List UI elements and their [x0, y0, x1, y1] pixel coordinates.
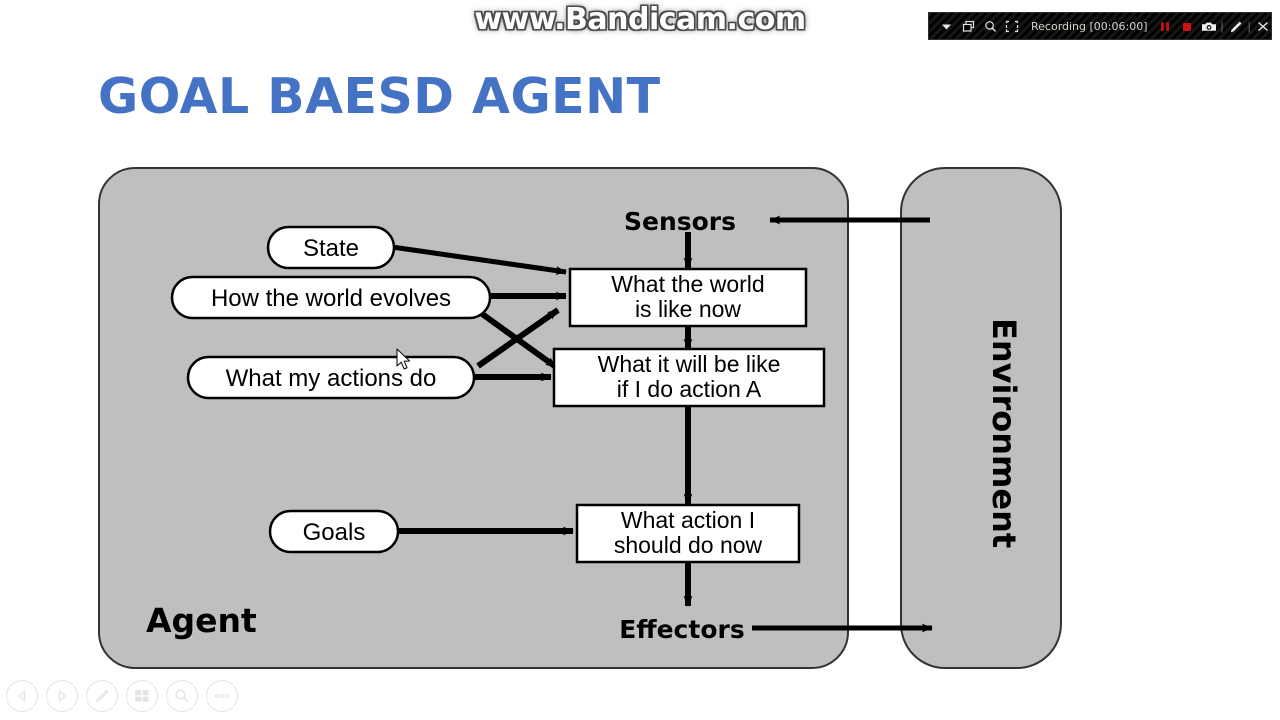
- agent-container: [98, 167, 849, 669]
- previous-slide-icon[interactable]: [6, 680, 38, 712]
- node-how-the-world-evolves: How the world evolves: [170, 275, 492, 320]
- more-options-icon[interactable]: [206, 680, 238, 712]
- node-how-the-world-evolves-label: How the world evolves: [211, 285, 451, 312]
- node-action-a-line1: What it will be like: [598, 351, 781, 377]
- node-what-the-world-is-like-now: What the world is like now: [568, 267, 808, 328]
- node-world-now-line1: What the world: [611, 271, 764, 297]
- presenter-toolbar[interactable]: [6, 676, 238, 716]
- mouse-cursor: [396, 348, 413, 377]
- goal-based-agent-diagram: State How the world evolves What my acti…: [0, 0, 1280, 720]
- environment-label: Environment: [985, 318, 1023, 548]
- node-state-label: State: [303, 235, 359, 262]
- environment-container: [900, 167, 1062, 669]
- slide-grid-icon[interactable]: [126, 680, 158, 712]
- sensors-label: Sensors: [624, 207, 736, 236]
- node-goals: Goals: [268, 509, 400, 554]
- agent-label: Agent: [146, 601, 257, 640]
- zoom-icon[interactable]: [166, 680, 198, 712]
- node-what-my-actions-do: What my actions do: [186, 355, 476, 400]
- node-action-a-line2: if I do action A: [617, 376, 762, 402]
- node-goals-label: Goals: [303, 519, 366, 546]
- node-what-action-line2: should do now: [614, 532, 763, 558]
- pen-tool-icon[interactable]: [86, 680, 118, 712]
- node-state: State: [266, 225, 396, 270]
- slideshow-screen: www.Bandicam.com Recording [00:06:00] | …: [0, 0, 1280, 720]
- next-slide-icon[interactable]: [46, 680, 78, 712]
- node-what-action-i-should-do-now: What action I should do now: [575, 503, 801, 564]
- node-what-action-line1: What action I: [621, 507, 755, 533]
- node-what-it-will-be-like-if-i-do-action-a: What it will be like if I do action A: [552, 347, 826, 408]
- effectors-label: Effectors: [619, 615, 744, 644]
- node-world-now-line2: is like now: [635, 296, 741, 322]
